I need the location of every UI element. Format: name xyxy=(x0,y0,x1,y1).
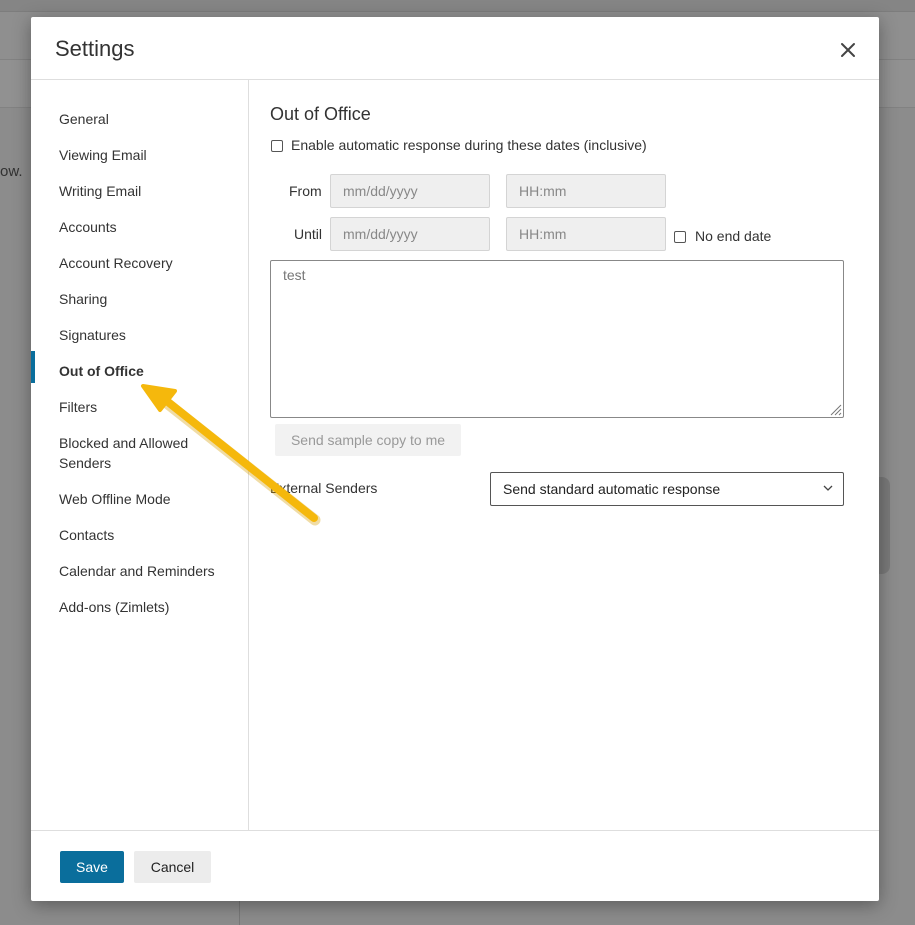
out-of-office-panel: Out of Office Enable automatic response … xyxy=(270,80,870,830)
sidebar-item-general[interactable]: General xyxy=(31,109,249,129)
sidebar-item-addons-zimlets[interactable]: Add-ons (Zimlets) xyxy=(31,597,249,617)
from-label: From xyxy=(289,183,322,199)
sidebar-item-web-offline-mode[interactable]: Web Offline Mode xyxy=(31,489,249,509)
sidebar-item-out-of-office[interactable]: Out of Office xyxy=(31,361,249,381)
no-end-date-checkbox[interactable] xyxy=(674,231,686,243)
dialog-header: Settings xyxy=(31,17,879,80)
send-sample-copy-button[interactable]: Send sample copy to me xyxy=(275,424,461,456)
external-senders-value: Send standard automatic response xyxy=(503,481,721,497)
save-button[interactable]: Save xyxy=(60,851,124,883)
sidebar-item-signatures[interactable]: Signatures xyxy=(31,325,249,345)
auto-response-message[interactable]: test xyxy=(270,260,844,418)
settings-sidebar: General Viewing Email Writing Email Acco… xyxy=(31,80,249,830)
sidebar-item-calendar-reminders[interactable]: Calendar and Reminders xyxy=(31,561,249,581)
sidebar-item-blocked-allowed-senders[interactable]: Blocked and Allowed Senders xyxy=(31,433,231,473)
sidebar-item-writing-email[interactable]: Writing Email xyxy=(31,181,249,201)
settings-dialog: Settings General Viewing Email Writing E… xyxy=(31,17,879,901)
close-icon xyxy=(841,43,855,57)
external-senders-label: External Senders xyxy=(270,480,378,496)
sidebar-item-account-recovery[interactable]: Account Recovery xyxy=(31,253,249,273)
from-date-input[interactable]: mm/dd/yyyy xyxy=(330,174,490,208)
until-label: Until xyxy=(294,226,323,242)
chevron-down-icon xyxy=(823,485,833,491)
sidebar-item-sharing[interactable]: Sharing xyxy=(31,289,249,309)
resize-grip-icon[interactable] xyxy=(828,402,842,416)
no-end-date-label[interactable]: No end date xyxy=(695,228,771,244)
until-date-input[interactable]: mm/dd/yyyy xyxy=(330,217,490,251)
section-title: Out of Office xyxy=(270,104,371,124)
enable-response-checkbox[interactable] xyxy=(271,140,283,152)
external-senders-select[interactable]: Send standard automatic response xyxy=(490,472,844,506)
sidebar-item-contacts[interactable]: Contacts xyxy=(31,525,249,545)
close-button[interactable] xyxy=(837,39,859,61)
dialog-footer: Save Cancel xyxy=(31,830,879,901)
sidebar-item-accounts[interactable]: Accounts xyxy=(31,217,249,237)
dialog-title: Settings xyxy=(55,36,135,61)
from-time-input[interactable]: HH:mm xyxy=(506,174,666,208)
sidebar-item-viewing-email[interactable]: Viewing Email xyxy=(31,145,249,165)
cancel-button[interactable]: Cancel xyxy=(134,851,211,883)
enable-response-label[interactable]: Enable automatic response during these d… xyxy=(291,137,647,153)
sidebar-item-filters[interactable]: Filters xyxy=(31,397,249,417)
message-text: test xyxy=(283,267,306,283)
until-time-input[interactable]: HH:mm xyxy=(506,217,666,251)
